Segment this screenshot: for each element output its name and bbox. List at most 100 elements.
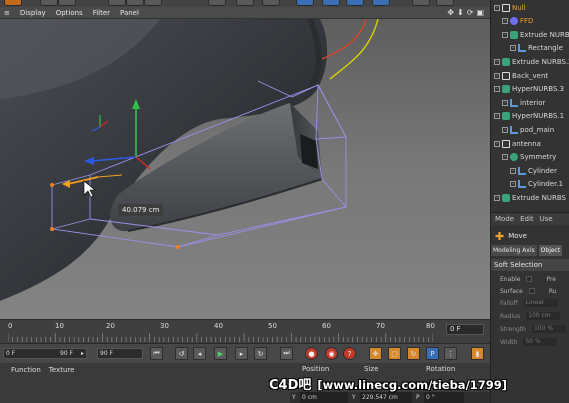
next-frame-icon[interactable]: ▸	[235, 347, 248, 360]
scene-icon[interactable]	[322, 0, 340, 6]
object-icon[interactable]	[208, 0, 226, 6]
expand-toggle-icon[interactable]: -	[494, 72, 500, 79]
expand-toggle-icon[interactable]: -	[502, 126, 508, 133]
object-list-item[interactable]: - Null	[494, 1, 526, 14]
section-soft-selection[interactable]: Soft Selection	[491, 259, 569, 271]
object-list-item[interactable]: - Extrude NURBS.2	[494, 55, 569, 68]
start-frame-field[interactable]: 0 F 90 F ▸	[3, 348, 87, 359]
go-to-end-icon[interactable]: ⏭	[280, 347, 293, 360]
expand-toggle-icon[interactable]: -	[510, 181, 516, 188]
object-list-item[interactable]: - Rectangle	[510, 42, 563, 55]
film-icon[interactable]: ▮	[471, 347, 484, 360]
expand-toggle-icon[interactable]: -	[502, 31, 508, 38]
tick-label: 10	[55, 322, 64, 330]
expand-toggle-icon[interactable]: -	[502, 99, 508, 106]
next-key-icon[interactable]: ↻	[254, 347, 267, 360]
menu-display[interactable]: Display	[20, 9, 46, 17]
rotation-header: Rotation	[426, 365, 456, 373]
rotate-view-icon[interactable]: ⟳	[467, 8, 474, 18]
menu-use[interactable]: Use	[540, 215, 553, 223]
object-list-item[interactable]: - FFD	[502, 15, 533, 28]
expand-toggle-icon[interactable]: -	[494, 113, 500, 120]
render-icon[interactable]	[126, 0, 144, 6]
maximize-icon[interactable]: ▣	[476, 8, 484, 18]
prev-key-icon[interactable]: ↺	[175, 347, 188, 360]
move-view-icon[interactable]: ✥	[447, 8, 454, 18]
tab-modeling-axis[interactable]: Modeling Axis	[491, 245, 537, 256]
expand-toggle-icon[interactable]: -	[510, 45, 516, 52]
layout-icon[interactable]	[412, 0, 430, 6]
surface-checkbox[interactable]	[528, 288, 535, 294]
falloff-select[interactable]: Linear	[523, 299, 558, 307]
move-key-icon[interactable]: ✥	[369, 347, 382, 360]
menu-panel[interactable]: Panel	[120, 9, 139, 17]
rotate-key-icon[interactable]: ↻	[407, 347, 420, 360]
grid-key-icon[interactable]: ⋮	[444, 347, 457, 360]
render-region-icon[interactable]	[108, 0, 126, 6]
width-field[interactable]: 50 %	[523, 338, 558, 346]
nurbs-tool-icon[interactable]	[262, 0, 280, 6]
expand-toggle-icon[interactable]: -	[494, 140, 500, 147]
object-list-item[interactable]: - Cylinder	[510, 164, 557, 177]
object-list-item[interactable]: - Extrude NURBS	[494, 191, 566, 204]
go-to-start-icon[interactable]: ⏮	[150, 347, 163, 360]
null-icon	[502, 139, 510, 148]
object-name: HyperNURBS.3	[512, 85, 565, 94]
strength-field[interactable]: 100 %	[531, 325, 566, 333]
radius-field[interactable]: 100 cm	[526, 312, 561, 320]
camera-icon[interactable]	[346, 0, 364, 6]
menu-edit[interactable]: Edit	[520, 215, 534, 223]
menu-options[interactable]: Options	[56, 9, 83, 17]
nurbs-icon	[502, 57, 510, 66]
object-list-item[interactable]: - interior	[502, 96, 545, 109]
expand-toggle-icon[interactable]: -	[502, 18, 508, 25]
down-arrow-icon[interactable]: ⬇	[457, 8, 464, 18]
enable-checkbox[interactable]	[526, 276, 533, 282]
light-icon[interactable]	[372, 0, 390, 6]
object-list-item[interactable]: - Symmetry	[502, 151, 556, 164]
undo-icon[interactable]	[4, 0, 22, 6]
expand-toggle-icon[interactable]: -	[510, 167, 516, 174]
menu-filter[interactable]: Filter	[93, 9, 110, 17]
tool-icon[interactable]	[58, 0, 76, 6]
timeline-ruler[interactable]: 0 10 20 30 40 50 60 70 80 0 F	[0, 319, 490, 343]
expand-toggle-icon[interactable]: -	[494, 194, 500, 201]
menu-function[interactable]: Function	[11, 366, 41, 374]
object-list-item[interactable]: - Extrude NURBS	[502, 28, 569, 41]
expand-toggle-icon[interactable]: -	[494, 58, 500, 65]
record-icon[interactable]: ●	[305, 347, 318, 360]
expand-toggle-icon[interactable]: -	[494, 86, 500, 93]
menu-texture[interactable]: Texture	[49, 366, 75, 374]
param-key-icon[interactable]: P	[426, 347, 439, 360]
render-settings-icon[interactable]	[144, 0, 162, 6]
prop-extra: Pre	[546, 275, 556, 283]
spline-icon	[518, 180, 526, 189]
prop-label: Enable	[500, 275, 521, 283]
tick-label: 80	[426, 322, 435, 330]
object-list-item[interactable]: - Cylinder.1	[510, 178, 563, 191]
current-frame-field[interactable]: 0 F	[446, 324, 484, 335]
layout-icon[interactable]	[436, 0, 454, 6]
menu-view[interactable]: ≡	[4, 9, 10, 17]
3d-viewport[interactable]: 40.079 cm	[0, 19, 490, 319]
autokey-icon[interactable]: ◉	[325, 347, 338, 360]
deformer-icon[interactable]	[296, 0, 314, 6]
play-icon[interactable]: ▶	[214, 347, 227, 360]
object-list-item[interactable]: - Back_vent	[494, 69, 548, 82]
object-list-item[interactable]: - pod_main	[502, 123, 554, 136]
object-list-item[interactable]: - antenna	[494, 137, 541, 150]
prop-surface: Surface Ru	[491, 285, 569, 297]
object-name: Rectangle	[528, 44, 563, 53]
object-list-item[interactable]: - HyperNURBS.1	[494, 110, 564, 123]
tool-icon[interactable]	[40, 0, 58, 6]
tab-object[interactable]: Object	[538, 245, 563, 256]
expand-toggle-icon[interactable]: -	[494, 4, 500, 11]
expand-toggle-icon[interactable]: -	[502, 154, 508, 161]
scale-key-icon[interactable]: ▢	[388, 347, 401, 360]
menu-mode[interactable]: Mode	[495, 215, 514, 223]
spline-tool-icon[interactable]	[236, 0, 254, 6]
object-list-item[interactable]: - HyperNURBS.3	[494, 83, 564, 96]
keyframe-icon[interactable]: ?	[343, 347, 356, 360]
max-frame-field[interactable]: 90 F	[97, 348, 143, 359]
prev-frame-icon[interactable]: ◂	[193, 347, 206, 360]
